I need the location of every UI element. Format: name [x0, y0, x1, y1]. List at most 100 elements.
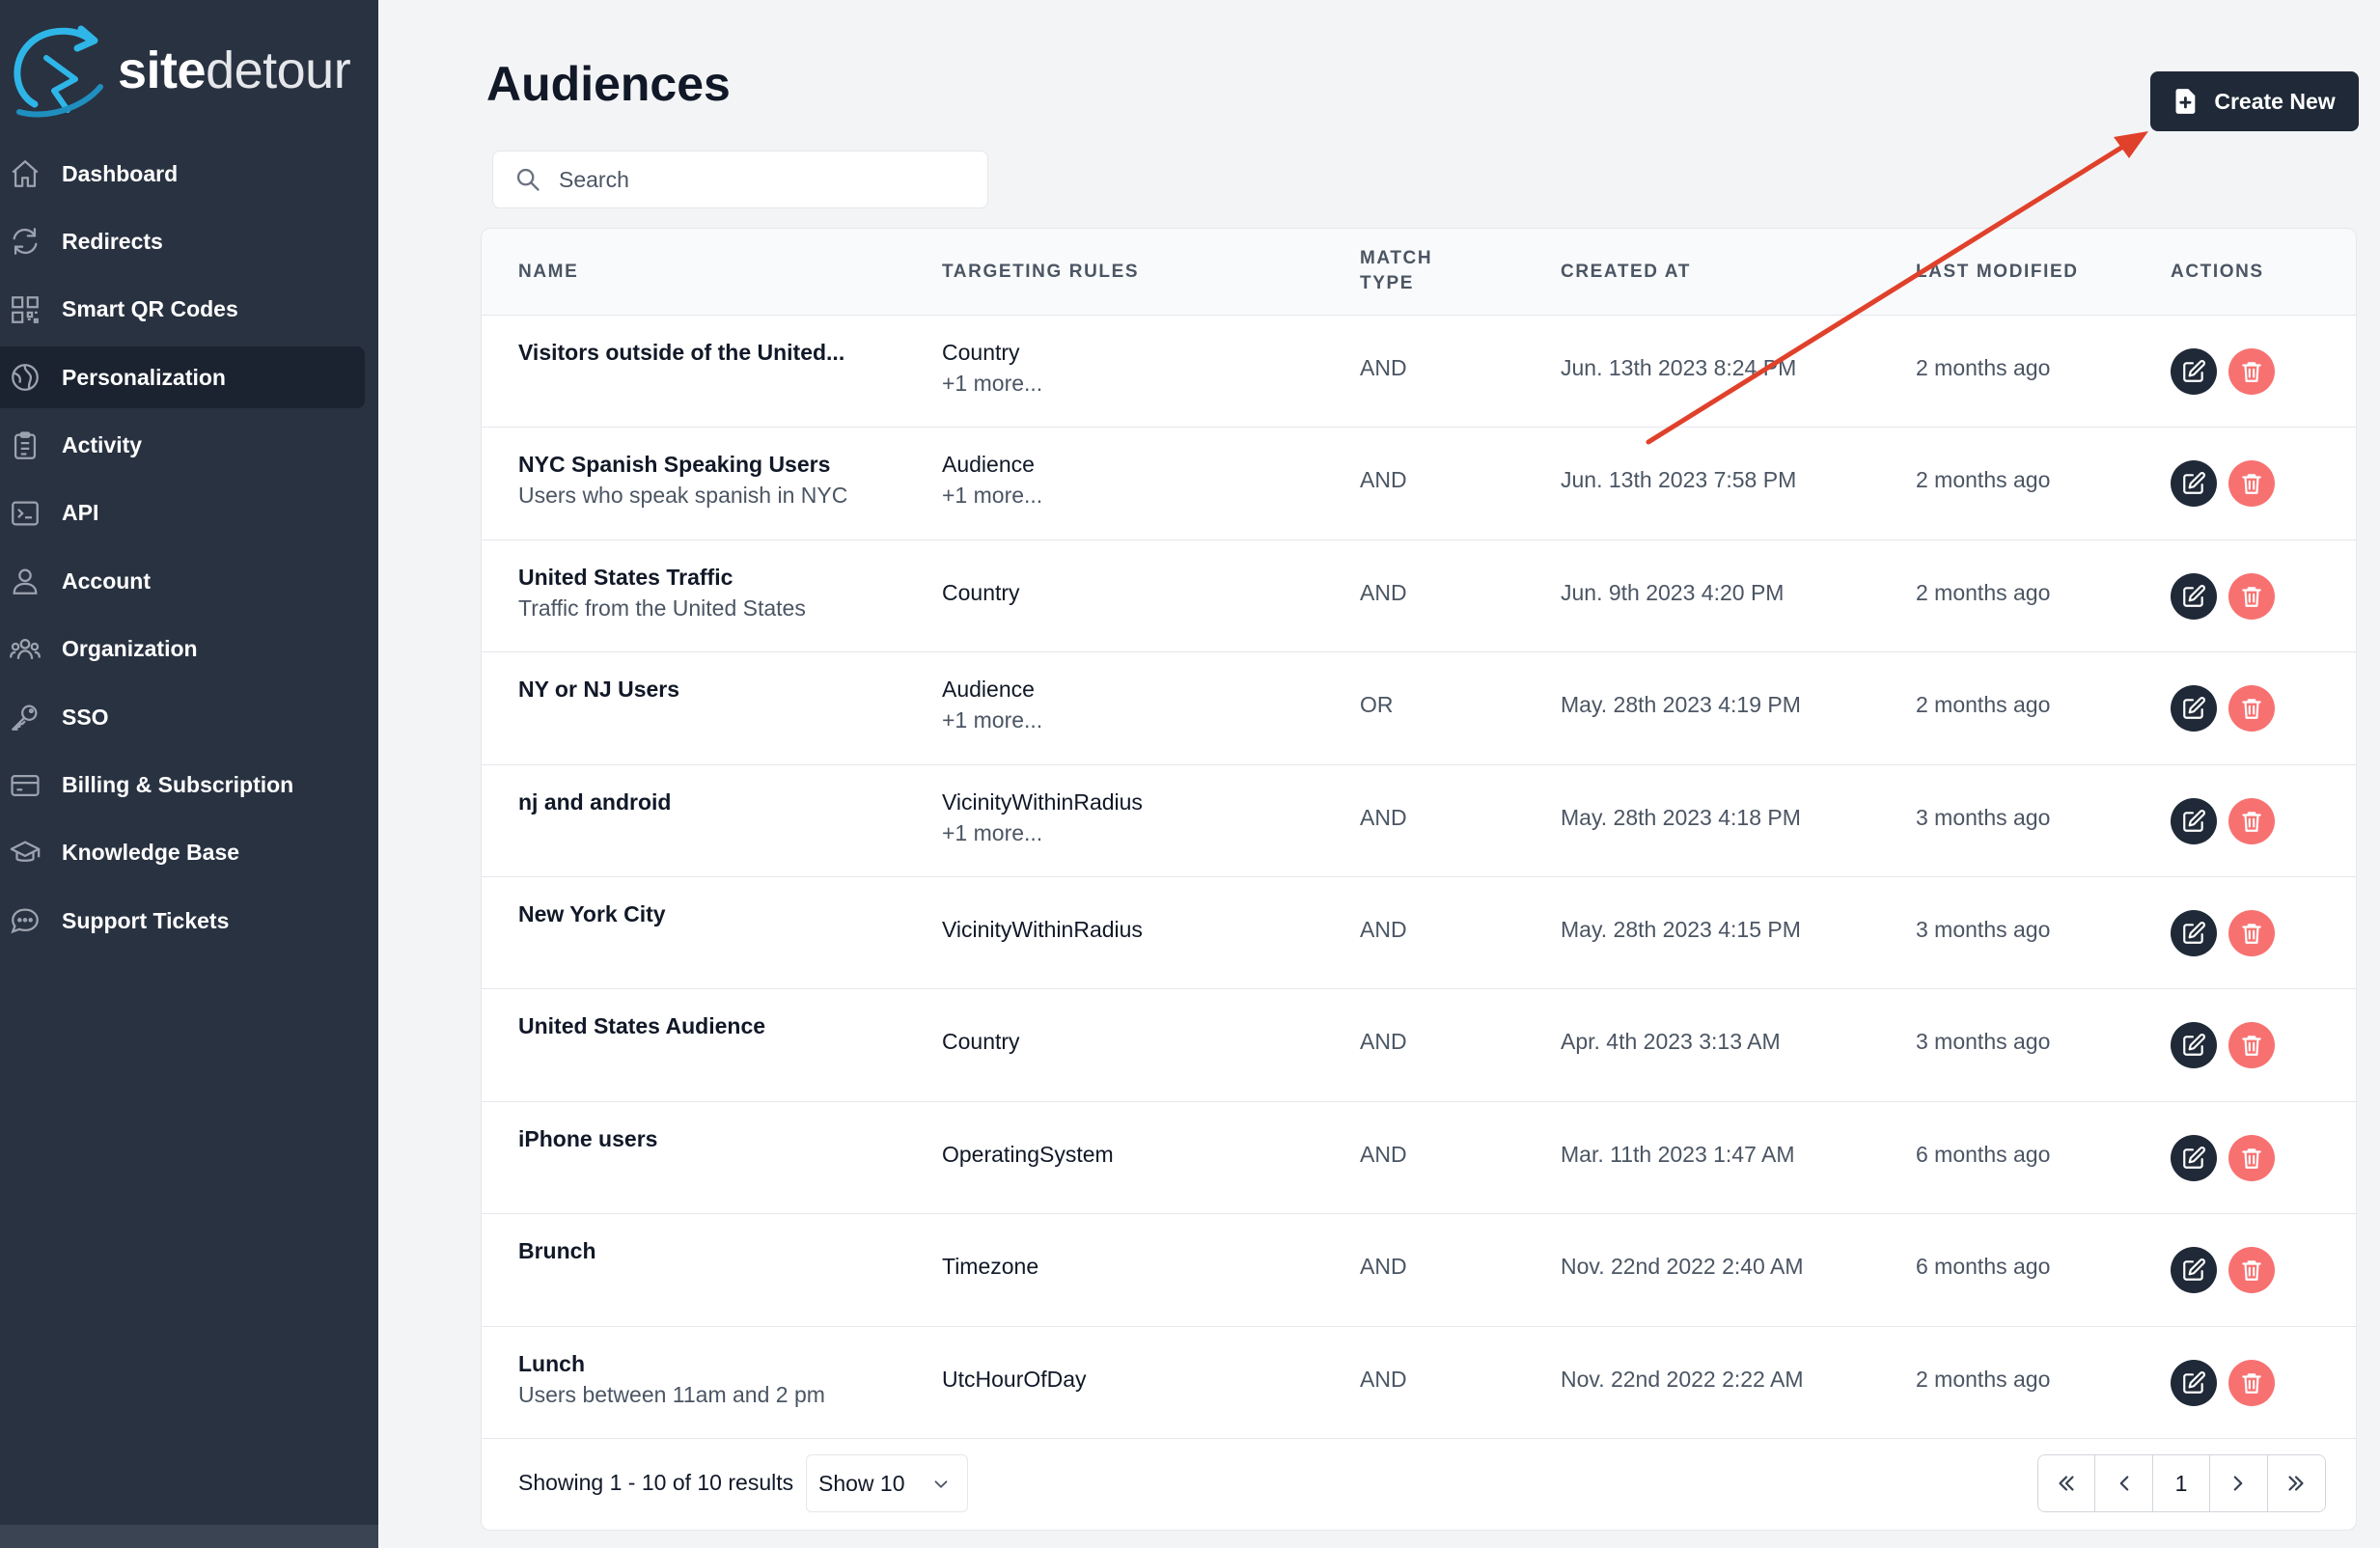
- chevrons-right-icon: [2288, 1476, 2304, 1491]
- edit-button[interactable]: [2171, 460, 2217, 508]
- sidebar-item-sso[interactable]: SSO: [0, 686, 365, 748]
- sidebar-item-organization[interactable]: Organization: [0, 619, 365, 680]
- targeting-rules-cell: VicinityWithinRadius +1 more...: [942, 787, 1143, 848]
- page-number-button[interactable]: 1: [2152, 1455, 2211, 1511]
- delete-button[interactable]: [2228, 1247, 2275, 1294]
- edit-button[interactable]: [2171, 1022, 2217, 1069]
- audience-name[interactable]: iPhone users: [518, 1123, 657, 1154]
- sidebar-item-activity[interactable]: Activity: [0, 415, 365, 477]
- page-size-value: Show 10: [818, 1470, 905, 1496]
- targeting-rules-cell: Timezone: [942, 1251, 1038, 1282]
- sidebar-item-account[interactable]: Account: [0, 550, 365, 612]
- delete-button[interactable]: [2228, 1022, 2275, 1069]
- sidebar-item-redirects[interactable]: Redirects: [0, 210, 365, 272]
- created-at: Mar. 11th 2023 1:47 AM: [1561, 1141, 1795, 1167]
- audience-name-cell: Visitors outside of the United...: [518, 337, 844, 368]
- table-row: Visitors outside of the United... Country…: [482, 316, 2356, 428]
- edit-button[interactable]: [2171, 572, 2217, 620]
- delete-button[interactable]: [2228, 572, 2275, 620]
- edit-button[interactable]: [2171, 348, 2217, 395]
- edit-button[interactable]: [2171, 1134, 2217, 1181]
- audience-name-cell: nj and android: [518, 787, 671, 817]
- delete-button[interactable]: [2228, 685, 2275, 733]
- edit-icon: [2183, 1258, 2206, 1282]
- audience-name[interactable]: nj and android: [518, 787, 671, 817]
- audience-name-cell: Brunch: [518, 1235, 596, 1266]
- targeting-rules-cell: Country: [942, 577, 1020, 608]
- audience-name[interactable]: United States Traffic: [518, 562, 806, 593]
- audience-name[interactable]: NYC Spanish Speaking Users: [518, 449, 847, 480]
- edit-button[interactable]: [2171, 910, 2217, 956]
- match-type: AND: [1360, 1254, 1407, 1280]
- sidebar-item-label: SSO: [62, 704, 109, 730]
- delete-button[interactable]: [2228, 1134, 2275, 1181]
- sidebar-item-knowledge-base[interactable]: Knowledge Base: [0, 822, 365, 884]
- last-modified: 3 months ago: [1916, 917, 2051, 942]
- targeting-rule-more: +1 more...: [942, 483, 1043, 509]
- next-page-button[interactable]: [2210, 1455, 2268, 1511]
- audience-name[interactable]: NY or NJ Users: [518, 674, 679, 705]
- audience-name[interactable]: United States Audience: [518, 1010, 765, 1041]
- table-row: NY or NJ Users Audience +1 more... OR May. 2…: [482, 652, 2356, 765]
- last-modified: 2 months ago: [1916, 692, 2051, 718]
- edit-icon: [2183, 921, 2206, 944]
- last-modified: 2 months ago: [1916, 467, 2051, 493]
- trash-icon: [2242, 924, 2261, 944]
- delete-button[interactable]: [2228, 1359, 2275, 1406]
- targeting-rules-cell: Country +1 more...: [942, 337, 1042, 399]
- sidebar-item-dashboard[interactable]: Dashboard: [0, 143, 365, 205]
- targeting-rule: VicinityWithinRadius: [942, 917, 1143, 942]
- first-page-button[interactable]: [2038, 1455, 2096, 1511]
- search-input[interactable]: [559, 166, 964, 193]
- edit-icon: [2183, 697, 2206, 720]
- created-at: May. 28th 2023 4:15 PM: [1561, 917, 1801, 942]
- delete-button[interactable]: [2228, 910, 2275, 956]
- edit-icon: [2183, 809, 2206, 832]
- audience-name[interactable]: Visitors outside of the United...: [518, 337, 844, 368]
- audiences-table: NAME TARGETING RULES MATCH TYPE CREATED …: [481, 228, 2357, 1531]
- edit-icon: [2183, 359, 2206, 382]
- targeting-rules-cell: OperatingSystem: [942, 1139, 1114, 1170]
- audience-name[interactable]: Brunch: [518, 1235, 596, 1266]
- file-plus-icon: [2175, 89, 2196, 114]
- page-size-select[interactable]: Show 10: [806, 1454, 968, 1512]
- page-title: Audiences: [486, 57, 731, 111]
- column-header-created-at: CREATED AT: [1561, 262, 1691, 282]
- trash-icon: [2242, 811, 2261, 832]
- match-type: AND: [1360, 917, 1407, 942]
- table-row: New York City VicinityWithinRadius AND May.…: [482, 877, 2356, 990]
- brand-name: sitedetour: [118, 41, 351, 100]
- brand-logo[interactable]: sitedetour: [8, 17, 374, 124]
- audience-name[interactable]: New York City: [518, 898, 666, 929]
- table-footer: Showing 1 - 10 of 10 results Show 10 1: [482, 1439, 2356, 1530]
- academic-cap-icon: [8, 836, 42, 871]
- audience-name[interactable]: Lunch: [518, 1348, 825, 1379]
- delete-button[interactable]: [2228, 348, 2275, 395]
- trash-icon: [2242, 699, 2261, 720]
- edit-button[interactable]: [2171, 1359, 2217, 1406]
- sidebar-item-personalization[interactable]: Personalization: [0, 346, 365, 409]
- create-new-button[interactable]: Create New: [2150, 71, 2359, 131]
- match-type: AND: [1360, 1029, 1407, 1055]
- edit-button[interactable]: [2171, 797, 2217, 844]
- edit-button[interactable]: [2171, 1247, 2217, 1294]
- last-modified: 3 months ago: [1916, 1029, 2051, 1055]
- sidebar-item-support-tickets[interactable]: Support Tickets: [0, 890, 365, 952]
- delete-button[interactable]: [2228, 797, 2275, 844]
- audience-name-cell: Lunch Users between 11am and 2 pm: [518, 1348, 825, 1410]
- prev-page-button[interactable]: [2095, 1455, 2153, 1511]
- sidebar-item-label: Organization: [62, 636, 198, 662]
- sidebar-item-smart-qr-codes[interactable]: Smart QR Codes: [0, 279, 365, 341]
- delete-button[interactable]: [2228, 460, 2275, 508]
- last-page-button[interactable]: [2267, 1455, 2325, 1511]
- edit-button[interactable]: [2171, 685, 2217, 733]
- targeting-rule: OperatingSystem: [942, 1141, 1114, 1167]
- column-header-last-modified: LAST MODIFIED: [1916, 262, 2079, 282]
- audience-description: Users between 11am and 2 pm: [518, 1381, 825, 1407]
- sidebar-item-billing[interactable]: Billing & Subscription: [0, 755, 365, 816]
- search-box[interactable]: [492, 151, 988, 208]
- targeting-rule-more: +1 more...: [942, 371, 1043, 396]
- sidebar-item-api[interactable]: API: [0, 483, 365, 544]
- match-type: AND: [1360, 467, 1407, 493]
- sidebar-item-label: Account: [62, 567, 151, 594]
